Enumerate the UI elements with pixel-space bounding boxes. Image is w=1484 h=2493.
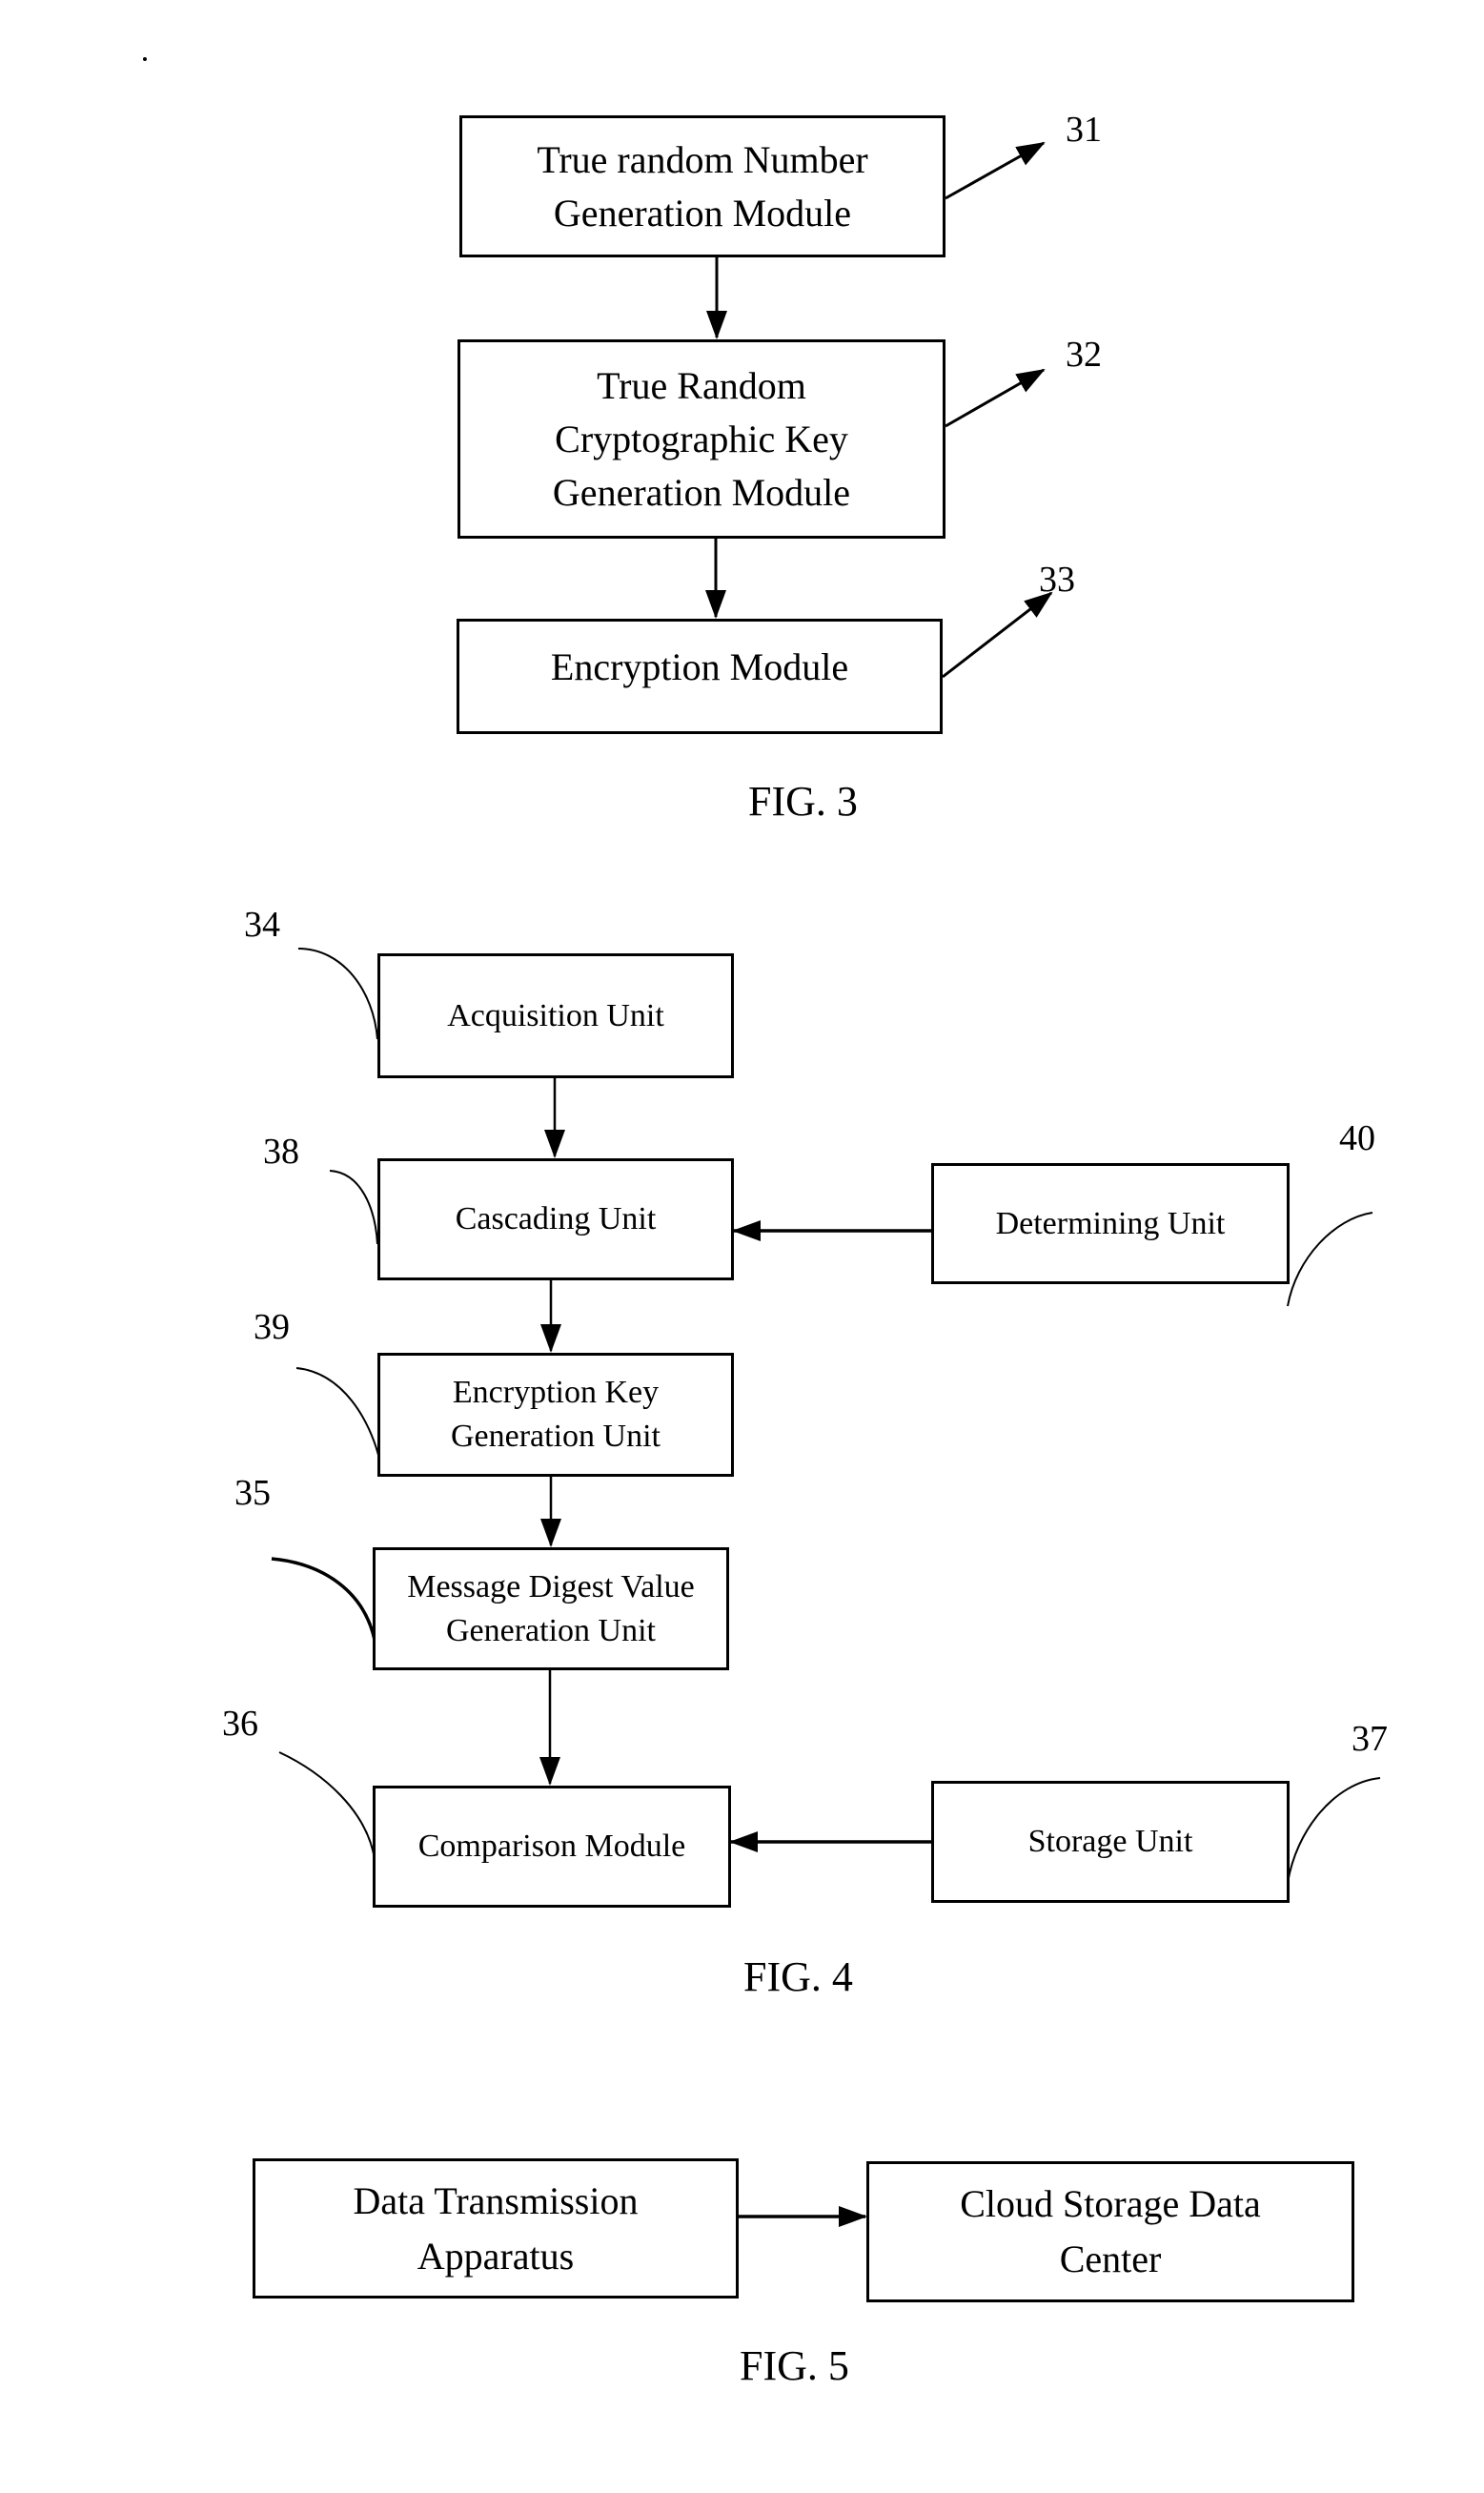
- fig4-ref-40: 40: [1339, 1118, 1375, 1158]
- fig3-ref-31: 31: [1066, 110, 1102, 150]
- box-label: True Random Cryptographic Key Generation…: [552, 363, 851, 514]
- fig3-ref-leader-32: [945, 368, 1046, 428]
- fig4-ref-36: 36: [222, 1704, 258, 1744]
- scan-speck: [143, 57, 147, 61]
- fig4-ref-35: 35: [234, 1473, 271, 1513]
- fig4-ref-leader-38: [329, 1170, 378, 1245]
- fig4-box-message-digest-value-generation-unit: Message Digest Value Generation Unit: [373, 1547, 729, 1670]
- fig4-box-storage-unit: Storage Unit: [931, 1781, 1290, 1903]
- patent-drawing-sheet: True random Number Generation Module 31 …: [0, 0, 1484, 2493]
- fig4-ref-39: 39: [254, 1307, 290, 1347]
- box-label: Encryption Module: [550, 645, 849, 688]
- fig4-box-determining-unit: Determining Unit: [931, 1163, 1290, 1284]
- fig4-ref-leader-40: [1287, 1212, 1373, 1307]
- fig3-ref-33: 33: [1039, 560, 1075, 600]
- box-label: Cloud Storage Data Center: [960, 2182, 1261, 2280]
- box-label: Determining Unit: [995, 1205, 1226, 1241]
- box-label: Message Digest Value Generation Unit: [407, 1568, 695, 1648]
- fig4-box-encryption-key-generation-unit: Encryption Key Generation Unit: [377, 1353, 734, 1477]
- fig4-ref-37: 37: [1352, 1719, 1388, 1759]
- fig4-ref-38: 38: [263, 1132, 299, 1172]
- fig4-ref-leader-39: [295, 1367, 380, 1460]
- fig3-ref-leader-31: [945, 141, 1046, 200]
- fig5-box-data-transmission-apparatus: Data Transmission Apparatus: [253, 2158, 739, 2299]
- box-label: Acquisition Unit: [447, 997, 664, 1033]
- fig4-box-acquisition-unit: Acquisition Unit: [377, 953, 734, 1078]
- fig4-ref-leader-37: [1287, 1777, 1381, 1884]
- fig3-box-true-random-number-generation-module: True random Number Generation Module: [459, 115, 945, 257]
- fig4-box-cascading-unit: Cascading Unit: [377, 1158, 734, 1280]
- fig3-box-true-random-cryptographic-key-generation-module: True Random Cryptographic Key Generation…: [457, 339, 945, 539]
- fig3-caption: FIG. 3: [748, 778, 858, 825]
- box-label: Cascading Unit: [455, 1201, 657, 1237]
- fig5-box-cloud-storage-data-center: Cloud Storage Data Center: [866, 2161, 1354, 2302]
- fig5-caption: FIG. 5: [740, 2342, 849, 2389]
- box-label: Encryption Key Generation Unit: [451, 1375, 661, 1454]
- box-label: Comparison Module: [417, 1829, 686, 1865]
- fig4-box-comparison-module: Comparison Module: [373, 1786, 731, 1908]
- box-label: Data Transmission Apparatus: [353, 2178, 639, 2278]
- fig4-ref-34: 34: [244, 905, 280, 945]
- fig3-box-encryption-module: Encryption Module: [457, 619, 943, 734]
- fig4-caption: FIG. 4: [743, 1953, 853, 2000]
- fig3-ref-leader-33: [942, 591, 1053, 679]
- fig3-ref-32: 32: [1066, 335, 1102, 375]
- fig4-ref-leader-36: [278, 1751, 376, 1860]
- box-label: Storage Unit: [1027, 1824, 1193, 1860]
- fig4-ref-leader-35: [271, 1557, 376, 1641]
- fig4-ref-leader-34: [297, 948, 378, 1040]
- box-label: True random Number Generation Module: [537, 137, 868, 235]
